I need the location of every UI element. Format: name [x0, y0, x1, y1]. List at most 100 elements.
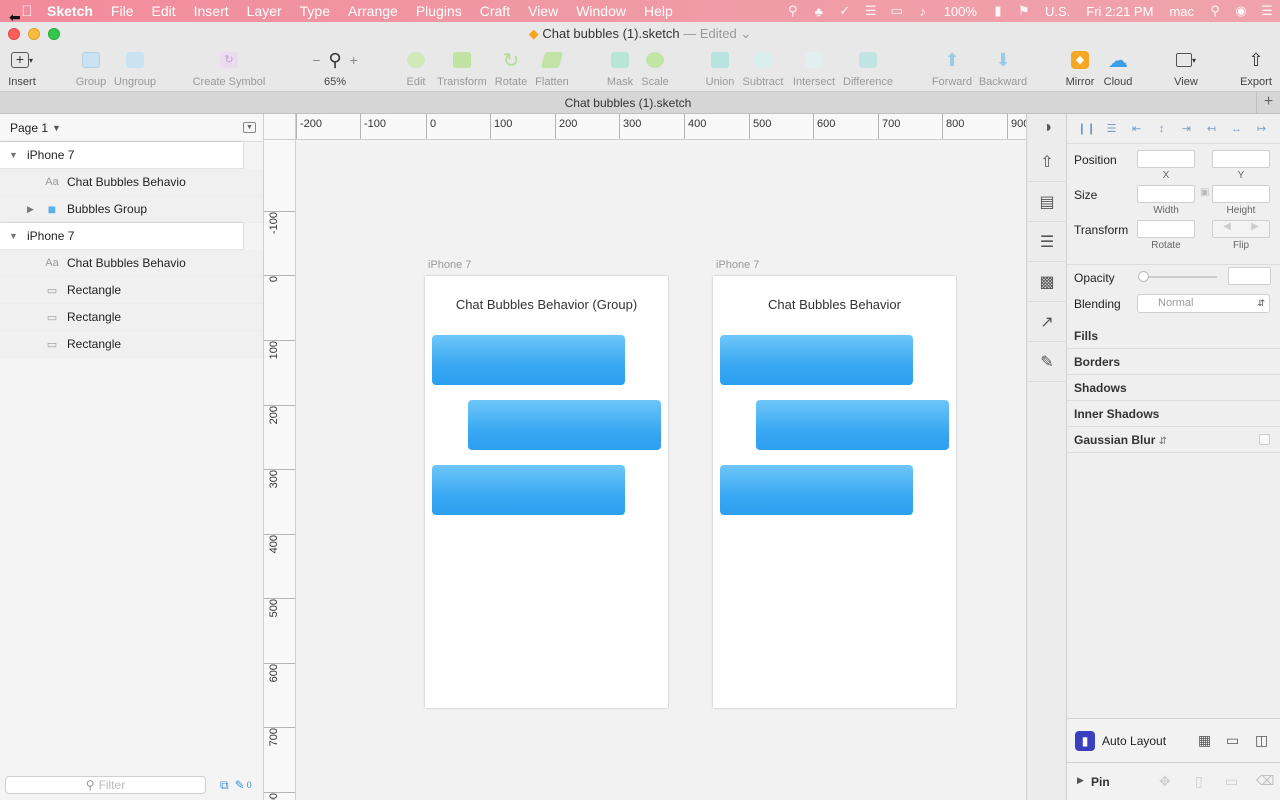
inner-shadows-section[interactable]: Inner Shadows [1067, 401, 1280, 427]
artboard-iphone-7-group[interactable]: Chat Bubbles Behavior (Group) [425, 276, 668, 708]
spotlight-search-icon[interactable]: ⚲ [1202, 3, 1228, 19]
siri-icon[interactable]: ◉ [1228, 3, 1254, 19]
menu-craft[interactable]: Craft [471, 3, 519, 19]
blending-select[interactable]: Normal ⇵ [1137, 294, 1270, 313]
insert-button[interactable]: + ▾ Insert [0, 48, 54, 88]
user-name[interactable]: mac [1161, 4, 1202, 19]
duplicate-icon[interactable]: ▩ [1027, 262, 1067, 302]
canvas[interactable]: iPhone 7 Chat Bubbles Behavior (Group) i… [296, 140, 1026, 800]
grid-icon[interactable]: ▦ [1198, 732, 1211, 749]
filter-input[interactable]: ⚲ Filter [5, 776, 206, 794]
align-left-icon[interactable]: ⇤ [1124, 122, 1149, 135]
menu-plugins[interactable]: Plugins [407, 3, 471, 19]
rotate-input[interactable] [1137, 220, 1195, 238]
align-bottom-icon[interactable]: ↦ [1249, 122, 1274, 135]
vertical-ruler[interactable]: -100 0 100 200 300 400 500 600 700 800 [264, 140, 296, 800]
artboard-name-label[interactable]: iPhone 7 [716, 259, 759, 271]
artboard-title-text[interactable]: Chat Bubbles Behavior [713, 297, 956, 312]
gaussian-blur-section[interactable]: Gaussian Blur ⇵ [1067, 427, 1280, 453]
bluetooth-icon[interactable]: ✓ [832, 3, 858, 19]
menu-edit[interactable]: Edit [142, 3, 184, 19]
flatten-button[interactable]: Flatten [520, 48, 584, 88]
evernote-icon[interactable]: ♣ [806, 4, 832, 19]
menu-view[interactable]: View [519, 3, 567, 19]
disclosure-right-icon[interactable]: ▶ [1077, 775, 1084, 786]
volume-icon[interactable]: ♪ [910, 4, 936, 19]
disclosure-right-icon[interactable]: ▶ [27, 204, 34, 215]
create-symbol-button[interactable]: ↻ Create Symbol [189, 48, 269, 88]
layer-row-group[interactable]: ▶ ■ Bubbles Group [0, 196, 263, 223]
menu-layer[interactable]: Layer [238, 3, 291, 19]
clock[interactable]: Fri 2:21 PM [1078, 4, 1161, 19]
layer-row-artboard[interactable]: ▼ iPhone 7 [0, 142, 243, 169]
layer-row-rectangle[interactable]: ▭ Rectangle [0, 304, 263, 331]
chat-bubble[interactable] [468, 400, 661, 450]
menu-arrange[interactable]: Arrange [339, 3, 407, 19]
chat-bubble[interactable] [432, 335, 625, 385]
distribute-vertical-icon[interactable]: ☰ [1099, 122, 1124, 135]
blur-checkbox[interactable] [1259, 434, 1270, 445]
symbols-filter-icon[interactable]: ⧉ [220, 778, 229, 793]
ungroup-button[interactable]: Ungroup [103, 48, 167, 88]
library-icon[interactable]: ▤ [1027, 182, 1067, 222]
new-tab-plus-icon[interactable]: + [1256, 92, 1280, 114]
chat-bubble[interactable] [720, 335, 913, 385]
lock-icon[interactable]: ▣ [1200, 187, 1209, 198]
layer-row-rectangle[interactable]: ▭ Rectangle [0, 277, 263, 304]
flip-horizontal-icon[interactable]: ◀ [1213, 221, 1241, 237]
opacity-slider[interactable] [1142, 276, 1217, 278]
zoom-control[interactable]: − ⚲ + 65% [295, 48, 375, 89]
battery-icon[interactable]: ▮ [985, 3, 1011, 19]
chevron-updown-icon[interactable]: ⇵ [1159, 436, 1167, 447]
pin-status-icon[interactable]: ⚲ [780, 3, 806, 19]
document-tab[interactable]: Chat bubbles (1).sketch [0, 96, 1256, 110]
cloud-button[interactable]: ☁ Cloud [1086, 48, 1150, 89]
borders-section[interactable]: Borders [1067, 349, 1280, 375]
craft-logo-icon[interactable]: ◑ [1027, 114, 1067, 142]
artboard-title-text[interactable]: Chat Bubbles Behavior (Group) [425, 297, 668, 312]
prototype-icon[interactable]: ✎ [1027, 342, 1067, 382]
devices-icon[interactable]: ◫ [1255, 732, 1268, 749]
chevron-down-icon[interactable]: ⌄ [740, 26, 751, 41]
align-middle-icon[interactable]: ↔ [1224, 123, 1249, 135]
wifi-icon[interactable]: ☰ [858, 3, 884, 19]
shadows-section[interactable]: Shadows [1067, 375, 1280, 401]
upload-icon[interactable]: ⇧ [1027, 142, 1067, 182]
trash-icon[interactable]: ⌫ [1256, 773, 1274, 789]
backward-button[interactable]: ⬇ Backward [971, 48, 1035, 89]
x-input[interactable] [1137, 150, 1195, 168]
align-center-icon[interactable]: ↕ [1149, 123, 1174, 135]
data-icon[interactable]: ☰ [1027, 222, 1067, 262]
zoom-in-icon[interactable]: + [350, 52, 358, 68]
layer-row-text[interactable]: Aa Chat Bubbles Behavio [0, 169, 263, 196]
horizontal-ruler[interactable]: -200 -100 0 100 200 300 400 500 600 700 … [296, 114, 1026, 140]
disclosure-down-icon[interactable]: ▼ [9, 231, 18, 241]
y-input[interactable] [1212, 150, 1270, 168]
fills-section[interactable]: Fills [1067, 323, 1280, 349]
layer-row-text[interactable]: Aa Chat Bubbles Behavio [0, 250, 263, 277]
scale-button[interactable]: Scale [623, 48, 687, 88]
flag-icon[interactable]: ⚑ [1011, 3, 1037, 19]
height-input[interactable] [1212, 185, 1270, 203]
opacity-slider-knob[interactable] [1138, 271, 1149, 282]
airplay-icon[interactable]: ▭ [884, 3, 910, 19]
pin-horizontal-icon[interactable]: ▭ [1225, 773, 1238, 790]
disclosure-down-icon[interactable]: ▼ [9, 150, 18, 160]
device-icon[interactable]: ▭ [1226, 732, 1239, 749]
align-top-icon[interactable]: ↤ [1199, 122, 1224, 135]
chat-bubble[interactable] [756, 400, 949, 450]
pin-vertical-icon[interactable]: ▯ [1195, 773, 1203, 790]
export-button[interactable]: ⇧ Export [1224, 48, 1280, 89]
align-right-icon[interactable]: ⇥ [1174, 122, 1199, 135]
artboard-iphone-7[interactable]: Chat Bubbles Behavior [713, 276, 956, 708]
width-input[interactable] [1137, 185, 1195, 203]
menu-app[interactable]: Sketch [38, 3, 102, 19]
page-selector[interactable]: Page 1 ▼ ▼ [0, 114, 263, 142]
difference-button[interactable]: Difference [833, 48, 903, 88]
view-button[interactable]: ▾ View [1154, 48, 1218, 88]
distribute-horizontal-icon[interactable]: ❙❙ [1074, 122, 1099, 135]
notification-center-icon[interactable]: ☰ [1254, 3, 1280, 19]
chat-bubble[interactable] [720, 465, 913, 515]
link-icon[interactable]: ↗ [1027, 302, 1067, 342]
artboard-name-label[interactable]: iPhone 7 [428, 259, 471, 271]
